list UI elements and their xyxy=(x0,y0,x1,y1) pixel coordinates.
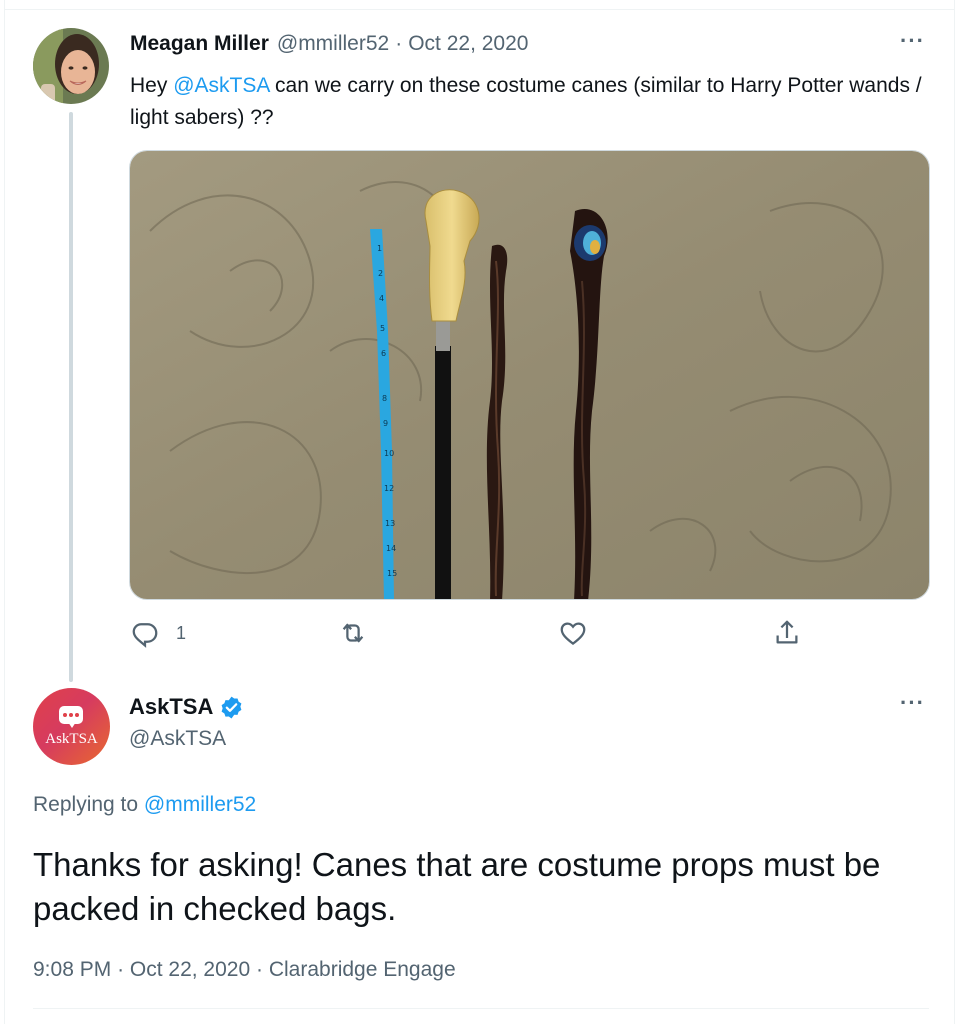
tweet-actions: 1 xyxy=(130,618,810,654)
replying-label: Replying to xyxy=(33,793,144,816)
reply-count: 1 xyxy=(176,622,187,643)
share-icon xyxy=(776,620,798,644)
share-button[interactable] xyxy=(772,618,802,648)
reply-text: Thanks for asking! Canes that are costum… xyxy=(33,846,881,927)
like-button[interactable] xyxy=(558,618,588,648)
svg-text:4: 4 xyxy=(379,294,384,303)
tweet-date[interactable]: Oct 22, 2020 xyxy=(408,32,528,56)
separator: · xyxy=(395,32,403,55)
svg-text:12: 12 xyxy=(384,484,394,493)
svg-text:9: 9 xyxy=(383,419,388,428)
author-name[interactable]: AskTSA xyxy=(129,694,213,720)
avatar[interactable] xyxy=(33,28,109,104)
tweet-date[interactable]: Oct 22, 2020 xyxy=(130,958,250,981)
tweet-time[interactable]: 9:08 PM xyxy=(33,958,111,981)
divider xyxy=(4,9,955,10)
retweet-button[interactable] xyxy=(338,618,368,648)
retweet-icon xyxy=(342,623,364,643)
replying-to: Replying to @mmiller52 xyxy=(33,793,256,817)
divider xyxy=(33,1008,929,1009)
svg-text:15: 15 xyxy=(387,569,397,578)
svg-text:1: 1 xyxy=(377,244,382,253)
more-horizontal-icon[interactable]: ··· xyxy=(900,690,925,716)
svg-text:5: 5 xyxy=(380,324,385,333)
chat-dots-icon xyxy=(63,713,79,717)
author-handle[interactable]: @mmiller52 xyxy=(277,32,389,56)
verified-badge-icon xyxy=(221,696,242,718)
tweet-header: Meagan Miller @mmiller52 · Oct 22, 2020 xyxy=(130,32,528,56)
reply-author-row: AskTSA xyxy=(129,694,244,720)
reply-button[interactable]: 1 xyxy=(130,618,186,648)
tweet-meta: 9:08 PM · Oct 22, 2020 · Clarabridge Eng… xyxy=(33,958,456,982)
tweet-text: Hey @AskTSA can we carry on these costum… xyxy=(130,70,930,134)
tweet-text-part: Hey xyxy=(130,74,174,97)
tweet-source: Clarabridge Engage xyxy=(268,958,456,981)
svg-text:8: 8 xyxy=(382,394,387,403)
thread-connector-line xyxy=(69,112,73,682)
mention-link[interactable]: @AskTSA xyxy=(173,74,269,97)
separator: · xyxy=(256,958,263,981)
reply-icon xyxy=(132,623,158,648)
separator: · xyxy=(117,958,125,981)
svg-text:13: 13 xyxy=(385,519,395,528)
svg-text:2: 2 xyxy=(378,269,383,278)
svg-text:10: 10 xyxy=(384,449,394,458)
replying-to-link[interactable]: @mmiller52 xyxy=(144,793,256,816)
author-name[interactable]: Meagan Miller xyxy=(130,32,269,56)
avatar[interactable]: AskTSA xyxy=(33,688,110,765)
svg-text:6: 6 xyxy=(381,349,386,358)
tweet-photo[interactable]: 124 568 9 10 12 13 14 15 xyxy=(129,150,930,600)
svg-text:14: 14 xyxy=(386,544,396,553)
more-horizontal-icon[interactable]: ··· xyxy=(900,28,925,54)
author-handle[interactable]: @AskTSA xyxy=(129,727,226,751)
heart-icon xyxy=(560,622,586,646)
avatar-logo-text: AskTSA xyxy=(45,731,98,747)
